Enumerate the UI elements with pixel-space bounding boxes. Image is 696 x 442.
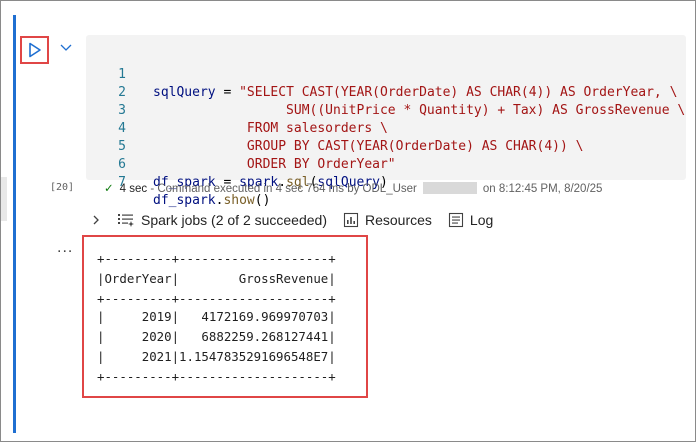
code-text: sqlQuery = "SELECT CAST(YEAR(OrderDate) …	[153, 84, 677, 102]
collapse-cell-button[interactable]	[58, 41, 74, 55]
execution-count: [20]	[50, 182, 75, 193]
cell-output: +---------+--------------------+ |OrderY…	[82, 235, 368, 398]
output-toolbar: Spark jobs (2 of 2 succeeded) Resources …	[91, 209, 493, 231]
expand-spark-jobs-button[interactable]	[91, 214, 107, 226]
output-line: |OrderYear| GrossRevenue|	[97, 271, 336, 286]
chevron-down-icon	[60, 44, 72, 51]
log-icon	[448, 212, 463, 228]
code-line: 1 sqlQuery = "SELECT CAST(YEAR(OrderDate…	[86, 48, 677, 100]
code-token: FROM salesorders \	[153, 121, 388, 136]
code-line: 5 ORDER BY OrderYear"	[86, 120, 395, 172]
log-label: Log	[469, 212, 494, 228]
status-duration: 4 sec	[119, 183, 148, 195]
play-icon	[28, 42, 41, 58]
spark-jobs-icon	[118, 214, 134, 227]
log-button[interactable]: Log	[448, 212, 493, 228]
code-token: GROUP BY CAST(YEAR(OrderDate) AS CHAR(4)…	[153, 139, 584, 154]
output-line: | 2021|1.1547835291696548E7|	[97, 349, 336, 364]
chevron-right-icon	[93, 215, 99, 225]
spark-jobs-button[interactable]: Spark jobs (2 of 2 succeeded)	[117, 212, 327, 228]
status-message: - Command executed in 4 sec 764 ms by OD…	[147, 183, 417, 195]
status-timestamp: on 8:12:45 PM, 8/20/25	[482, 183, 603, 195]
output-line: | 2020| 6882259.268127441|	[97, 329, 336, 344]
code-text: GROUP BY CAST(YEAR(OrderDate) AS CHAR(4)…	[153, 138, 584, 156]
code-token: sqlQuery	[153, 85, 216, 100]
left-edge-notch	[1, 177, 7, 221]
spark-jobs-label: Spark jobs (2 of 2 succeeded)	[141, 212, 327, 228]
checkmark-icon: ✓	[104, 183, 114, 195]
code-line: 3 FROM salesorders \	[86, 84, 388, 136]
run-cell-button[interactable]	[20, 36, 49, 64]
resources-label: Resources	[365, 212, 432, 228]
bar-chart-icon	[343, 212, 359, 228]
code-token: ORDER BY OrderYear"	[153, 157, 396, 172]
code-editor[interactable]: 1 sqlQuery = "SELECT CAST(YEAR(OrderDate…	[86, 35, 686, 208]
redacted-username	[422, 182, 477, 194]
code-text: SUM((UnitPrice * Quantity) + Tax) AS Gro…	[153, 102, 685, 120]
more-options-button[interactable]: ...	[57, 239, 73, 257]
cell-selection-bar	[13, 15, 16, 433]
output-line: +---------+--------------------+	[97, 369, 336, 384]
code-line: 7 df_spark.show()	[86, 156, 270, 208]
resources-button[interactable]: Resources	[343, 212, 432, 228]
code-text: ORDER BY OrderYear"	[153, 156, 396, 174]
code-token: "SELECT CAST(YEAR(OrderDate) AS CHAR(4))…	[239, 85, 678, 100]
code-text: FROM salesorders \	[153, 120, 388, 138]
output-line: +---------+--------------------+	[97, 251, 336, 266]
output-line: | 2019| 4172169.969970703|	[97, 309, 336, 324]
execution-status: ✓ 4 sec - Command executed in 4 sec 764 m…	[104, 181, 602, 197]
code-line: 4 GROUP BY CAST(YEAR(OrderDate) AS CHAR(…	[86, 102, 583, 154]
notebook-frame: 1 sqlQuery = "SELECT CAST(YEAR(OrderDate…	[0, 0, 696, 442]
code-token: SUM((UnitPrice * Quantity) + Tax) AS Gro…	[153, 103, 686, 118]
output-line: +---------+--------------------+	[97, 291, 336, 306]
code-line: 6 df_spark = spark.sql(sqlQuery)	[86, 138, 388, 190]
code-token: =	[215, 85, 240, 100]
code-line: 2 SUM((UnitPrice * Quantity) + Tax) AS G…	[86, 66, 685, 118]
